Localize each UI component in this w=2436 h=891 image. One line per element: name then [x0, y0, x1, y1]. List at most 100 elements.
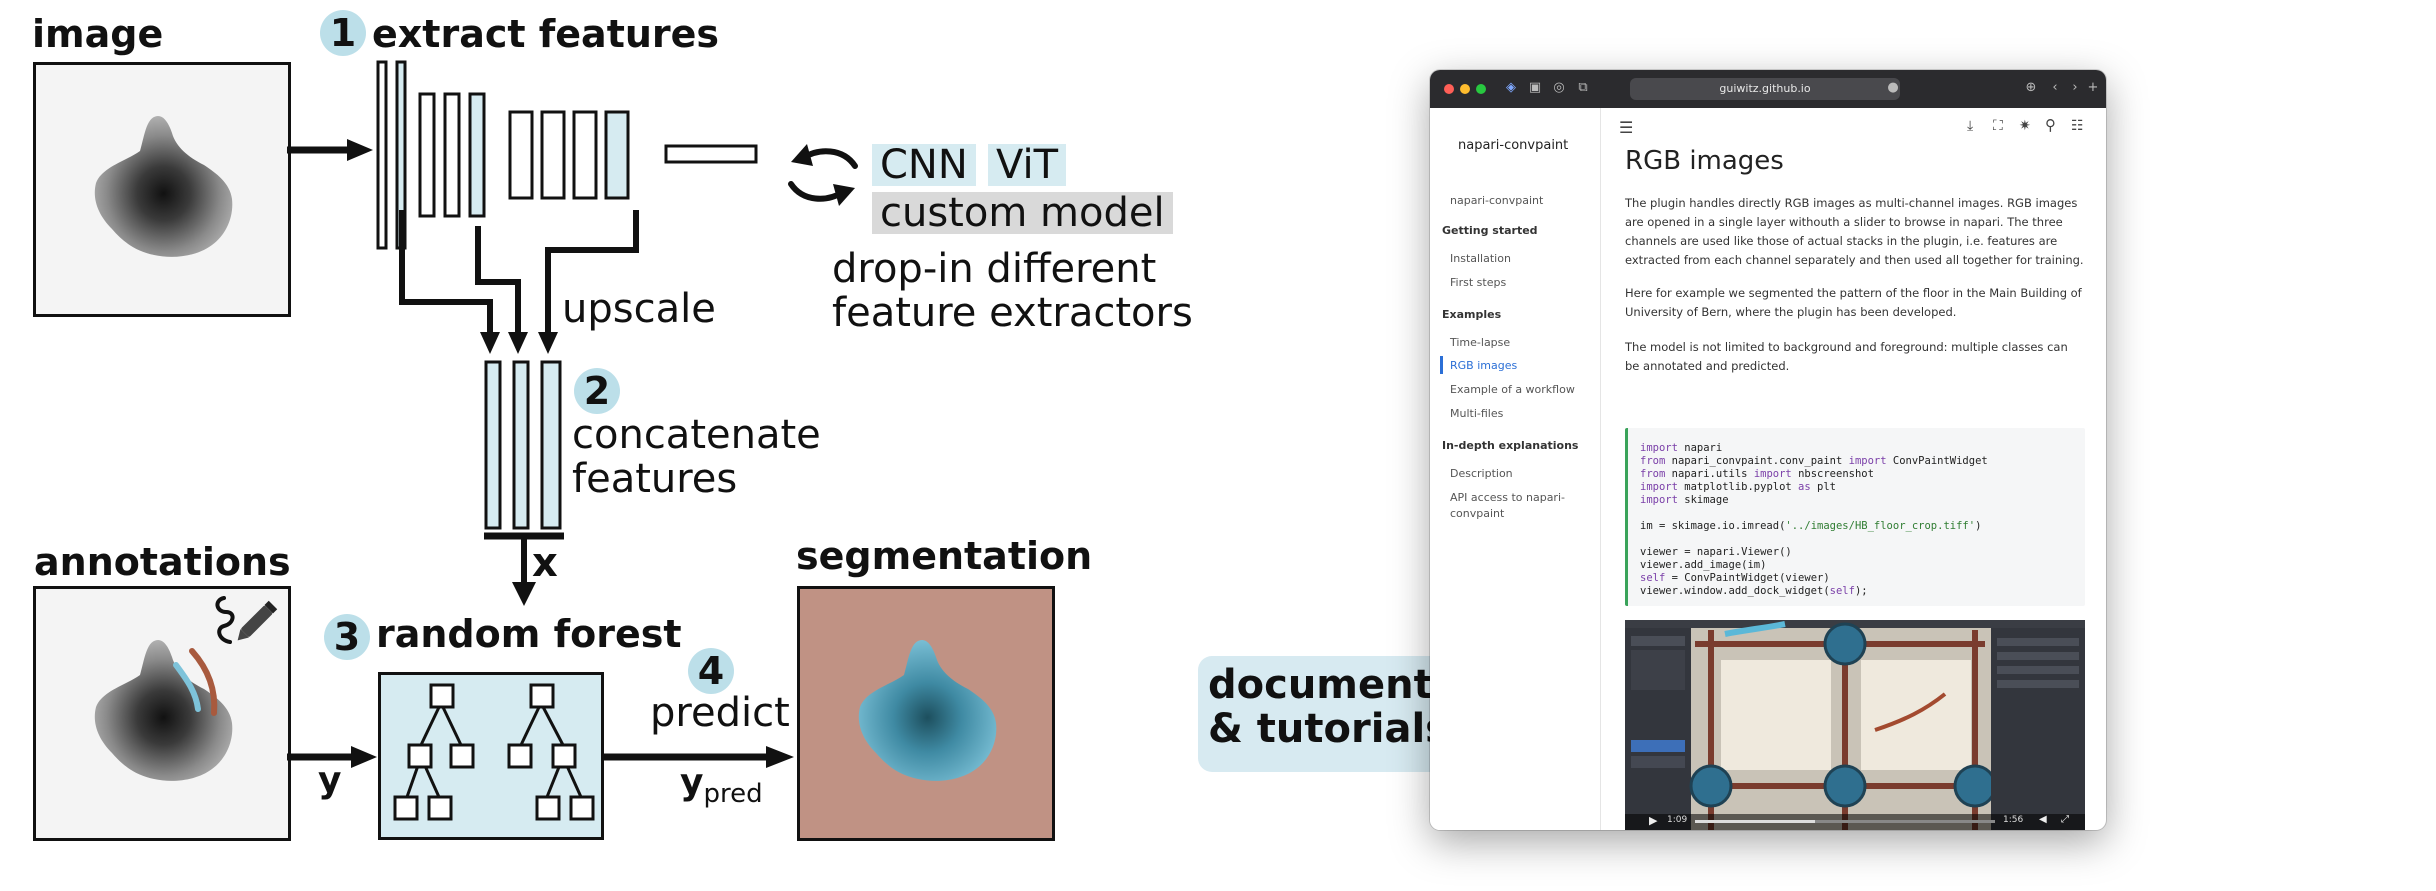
search-icon[interactable]: ⚲	[2045, 116, 2056, 134]
draw-pencil-icon	[215, 596, 278, 644]
page-title: RGB images	[1625, 146, 1784, 176]
sidebar-item-time-lapse[interactable]: Time-lapse	[1450, 336, 1510, 349]
ypred-main: y	[680, 762, 704, 803]
segmentation-label: segmentation	[796, 534, 1093, 578]
sidebar-item-api-line2[interactable]: convpaint	[1450, 507, 1504, 520]
video-time-end: 1:56	[2003, 815, 2024, 825]
back-icon[interactable]: ‹	[2048, 81, 2062, 95]
code-l3-kw2: import	[1753, 468, 1792, 480]
reader-icon[interactable]: ◎	[1552, 81, 1566, 95]
code-l2-rest: ConvPaintWidget	[1886, 455, 1988, 467]
docs-sidebar: napari-convpaint napari-convpaint Gettin…	[1430, 108, 1601, 830]
code-l5-kw: import	[1640, 494, 1678, 506]
docs-content: ☰ ⤓ ⛶ ✷ ⚲ ☷ RGB images The plugin handle…	[1601, 108, 2106, 830]
code-block: import napari from napari_convpaint.conv…	[1625, 428, 2085, 606]
tutorial-video[interactable]: ▶ 1:09 1:56 ◀ ⤢	[1625, 620, 2085, 830]
concatenate-label-line1: concatenate	[572, 412, 821, 458]
tabs-icon[interactable]: ⧉	[1576, 81, 1590, 95]
site-title[interactable]: napari-convpaint	[1458, 138, 1568, 153]
paragraph-2: Here for example we segmented the patter…	[1625, 286, 2082, 319]
input-image	[33, 62, 291, 317]
segmented-cell-graphic	[858, 639, 997, 781]
video-fullscreen-icon[interactable]: ⤢	[2061, 814, 2069, 825]
play-icon[interactable]: ▶	[1649, 814, 1657, 827]
volume-icon[interactable]: ◀	[2039, 814, 2047, 825]
code-l3-rest: nbscreenshot	[1791, 468, 1874, 480]
vit-chip: ViT	[988, 144, 1067, 186]
code-l2-kw2: import	[1848, 455, 1887, 467]
segmentation-image	[797, 586, 1055, 841]
code-l3-mid: napari.utils	[1665, 468, 1754, 480]
step-4-badge: 4	[688, 648, 734, 694]
code-l4-kw1: import	[1640, 481, 1678, 493]
paragraph-1: The plugin handles directly RGB images a…	[1625, 196, 2084, 267]
video-time-start: 1:09	[1667, 815, 1688, 825]
fullscreen-icon[interactable]: ⛶	[1993, 118, 2003, 134]
image-label: image	[32, 12, 164, 56]
concatenated-features	[484, 360, 562, 530]
decision-trees-icon	[393, 683, 595, 821]
sidebar-item-installation[interactable]: Installation	[1450, 252, 1511, 265]
sidebar-item-rgb-images[interactable]: RGB images	[1450, 359, 1517, 372]
toc-icon[interactable]: ☷	[2071, 118, 2084, 134]
code-l5-rest: skimage	[1677, 494, 1729, 506]
code-l10-post: );	[1854, 585, 1868, 597]
swap-arrows-icon	[788, 144, 858, 206]
custom-model-chip: custom model	[872, 192, 1173, 234]
cell-image-graphic	[94, 115, 233, 257]
browser-titlebar: ◈ ▣ ◎ ⧉ guiwitz.github.io ● ⊕ ‹ › +	[1430, 70, 2106, 108]
sidebar-item-workflow[interactable]: Example of a workflow	[1450, 383, 1575, 396]
ypred-sub: pred	[703, 779, 763, 810]
code-l3-kw1: from	[1640, 468, 1666, 480]
code-l7: viewer = napari.Viewer()	[1640, 546, 1792, 558]
reload-icon[interactable]: ●	[1886, 81, 1900, 95]
documentation-label-line2: & tutorials	[1208, 706, 1449, 752]
paragraph-3: The model is not limited to background a…	[1625, 340, 2068, 373]
address-bar[interactable]: guiwitz.github.io	[1630, 78, 1900, 100]
code-l9-rest: = ConvPaintWidget(viewer)	[1665, 572, 1830, 584]
sidebar-item-first-steps[interactable]: First steps	[1450, 276, 1506, 289]
dropin-text-line1: drop-in different	[832, 246, 1157, 292]
code-l8: viewer.add_image(im)	[1640, 559, 1767, 571]
sidebar-item-api-line1[interactable]: API access to napari-	[1450, 491, 1565, 504]
code-l2-mid: napari_convpaint.conv_paint	[1665, 455, 1849, 467]
sidebar-heading-in-depth: In-depth explanations	[1442, 439, 1579, 452]
extension-icon[interactable]: ▣	[1528, 81, 1542, 95]
new-tab-icon[interactable]: +	[2086, 81, 2100, 95]
code-l10-pre: viewer.window.add_dock_widget(	[1640, 585, 1830, 597]
maximize-window-button[interactable]	[1476, 84, 1486, 94]
minimize-window-button[interactable]	[1460, 84, 1470, 94]
sidebar-item-home[interactable]: napari-convpaint	[1450, 194, 1543, 207]
random-forest-label: random forest	[376, 612, 682, 656]
random-forest-box	[378, 672, 604, 840]
code-l6-pre: im = skimage.io.imread(	[1640, 520, 1786, 532]
code-l4-kw2: as	[1798, 481, 1811, 493]
download-icon[interactable]: ⊕	[2024, 81, 2038, 95]
code-l10-kw: self	[1829, 585, 1855, 597]
predict-label: predict	[650, 690, 790, 736]
sidebar-item-multi-files[interactable]: Multi-files	[1450, 407, 1503, 420]
forward-icon[interactable]: ›	[2068, 81, 2082, 95]
step-2-badge: 2	[574, 368, 620, 414]
code-l9-kw: self	[1640, 572, 1666, 584]
code-l1-rest: napari	[1677, 442, 1723, 454]
sidebar-active-indicator	[1440, 356, 1443, 374]
upscale-connectors	[399, 210, 639, 354]
shield-icon[interactable]: ◈	[1504, 81, 1518, 95]
code-l2-kw1: from	[1640, 455, 1666, 467]
close-window-button[interactable]	[1444, 84, 1454, 94]
sidebar-heading-examples: Examples	[1442, 308, 1502, 321]
annotations-label: annotations	[34, 540, 291, 584]
dropin-text-line2: feature extractors	[832, 290, 1193, 336]
arrow-image-to-extractor	[287, 139, 373, 161]
step-3-badge: 3	[324, 614, 370, 660]
ypred-label: ypred	[680, 762, 763, 809]
sidebar-item-description[interactable]: Description	[1450, 467, 1513, 480]
sidebar-heading-getting-started: Getting started	[1442, 224, 1538, 237]
code-l6-str: '../images/HB_floor_crop.tiff'	[1785, 520, 1976, 532]
theme-icon[interactable]: ✷	[2019, 118, 2031, 134]
menu-icon[interactable]: ☰	[1619, 118, 1633, 137]
extract-features-label: extract features	[372, 12, 720, 56]
download-page-icon[interactable]: ⤓	[1967, 118, 1973, 134]
y-label: y	[318, 760, 342, 801]
